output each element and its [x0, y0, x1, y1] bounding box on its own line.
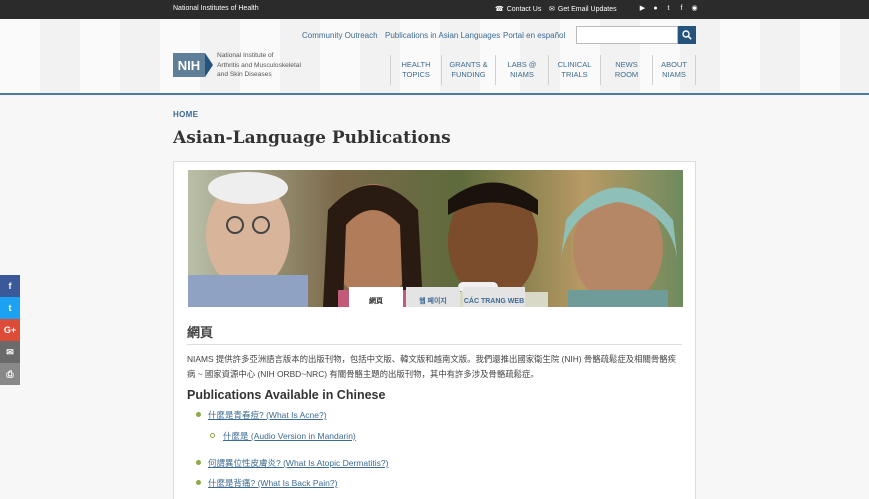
facebook-icon: f [8, 281, 12, 291]
share-googleplus-button[interactable]: G+ [0, 319, 20, 341]
rss-icon[interactable]: ◉ [690, 4, 699, 13]
share-twitter-button[interactable]: t [0, 297, 20, 319]
intro-paragraph: NIAMS 提供許多亞洲語言版本的出版刊物，包括中文版、韓文版和越南文版。我們還… [187, 354, 677, 379]
contact-us-link[interactable]: ☎ Contact Us [495, 5, 541, 14]
youtube-icon[interactable]: ▶ [638, 4, 647, 13]
asian-languages-link[interactable]: Publications in Asian Languages [385, 31, 500, 40]
tab-korean[interactable]: 웹 페이지 [406, 287, 460, 307]
page-title: Asian-Language Publications [173, 128, 451, 148]
list-bullet [196, 460, 201, 465]
nih-link[interactable]: National Institutes of Health [173, 5, 259, 12]
tab-vietnamese[interactable]: CÁC TRANG WEB [463, 287, 525, 307]
list-bullet [196, 412, 201, 417]
share-print-button[interactable]: ⎙ [0, 363, 20, 385]
list-bullet [196, 480, 201, 485]
tab-chinese[interactable]: 網頁 [349, 287, 403, 307]
facebook-icon[interactable]: f [677, 4, 686, 13]
print-icon: ⎙ [6, 368, 14, 379]
nav-clinical-trials[interactable]: CLINICAL TRIALS [548, 55, 600, 85]
section-heading: 網頁 [187, 326, 214, 341]
link-audio-mandarin[interactable]: 什麼是 (Audio Version in Mandarin) [223, 430, 356, 442]
phone-icon: ☎ [495, 6, 504, 13]
link-back-pain[interactable]: 什麼是背痛? (What Is Back Pain?) [208, 477, 337, 489]
search-button[interactable] [678, 26, 696, 44]
envelope-icon: ✉ [6, 346, 14, 357]
logo-text: National Institute of Arthritis and Musc… [217, 52, 301, 78]
nav-about-niams[interactable]: ABOUT NIAMS [652, 55, 696, 85]
logo-arrow [205, 53, 213, 78]
envelope-icon: ✉ [549, 6, 555, 13]
nav-labs-niams[interactable]: LABS @ NIAMS [495, 55, 548, 85]
flickr-icon[interactable]: ● [651, 4, 660, 13]
list-bullet-hollow [210, 433, 215, 438]
search-input[interactable] [576, 26, 678, 44]
email-updates-link[interactable]: ✉ Get Email Updates [549, 5, 617, 14]
top-bar: National Institutes of Health ☎ Contact … [0, 0, 869, 19]
share-email-button[interactable]: ✉ [0, 341, 20, 363]
nav-grants-funding[interactable]: GRANTS & FUNDING [441, 55, 495, 85]
community-outreach-link[interactable]: Community Outreach [302, 31, 378, 40]
link-atopic-dermatitis[interactable]: 何謂異位性皮膚炎? (What Is Atopic Dermatitis?) [208, 457, 388, 469]
search-icon [682, 30, 692, 40]
spanish-portal-link[interactable]: Portal en español [503, 31, 565, 40]
content-card: 網頁 웹 페이지 CÁC TRANG WEB [173, 161, 696, 499]
social-links: ▶ ● t f ◉ [638, 4, 699, 13]
nav-news-room[interactable]: NEWS ROOM [600, 55, 652, 85]
google-plus-icon: G+ [3, 325, 17, 335]
nav-health-topics[interactable]: HEALTH TOPICS [390, 55, 441, 85]
nih-logo-mark: NIH [173, 53, 205, 78]
section-divider [187, 344, 682, 345]
link-what-is-acne[interactable]: 什麼是青春痘? (What Is Acne?) [208, 409, 327, 421]
twitter-icon: t [8, 303, 12, 313]
header-divider [0, 93, 869, 95]
publications-heading: Publications Available in Chinese [187, 388, 386, 402]
share-facebook-button[interactable]: f [0, 275, 20, 297]
niams-logo[interactable]: NIH National Institute of Arthritis and … [173, 51, 327, 80]
breadcrumb-home[interactable]: HOME [173, 110, 198, 119]
twitter-icon[interactable]: t [664, 4, 673, 13]
banner-image: 網頁 웹 페이지 CÁC TRANG WEB [188, 170, 683, 307]
